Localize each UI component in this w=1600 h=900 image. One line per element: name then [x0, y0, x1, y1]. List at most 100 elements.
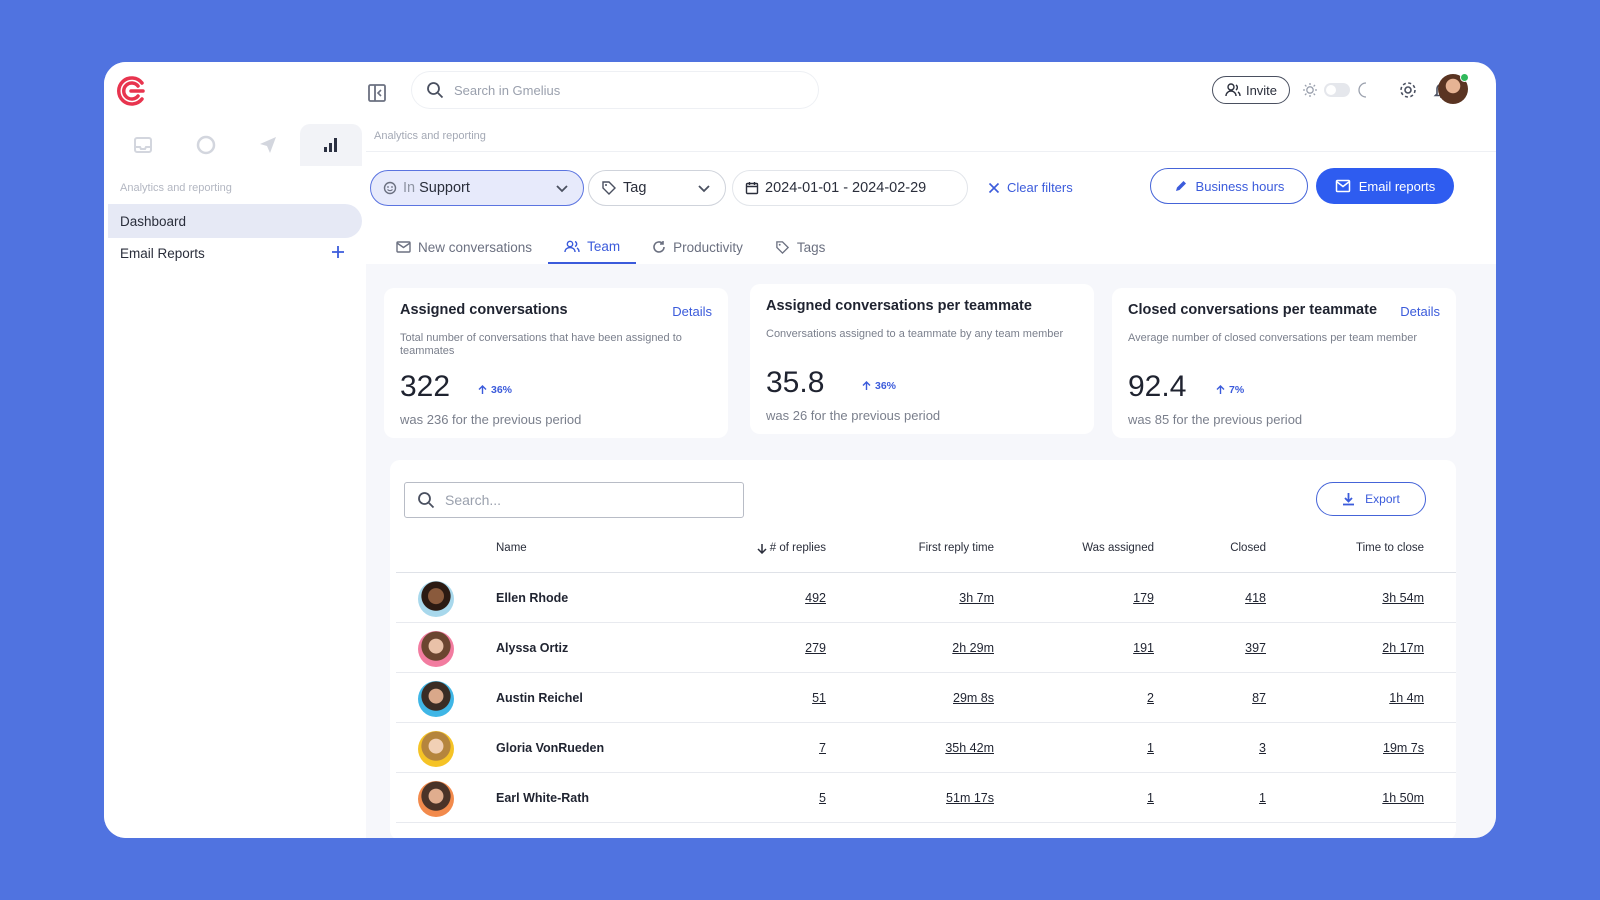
row-time-to-close[interactable]: 19m 7s: [1324, 741, 1424, 755]
avatar: [418, 631, 454, 667]
refresh-icon: [653, 241, 665, 253]
column-header-label: # of replies: [769, 542, 826, 554]
download-icon: [1343, 493, 1355, 506]
row-replies[interactable]: 7: [746, 741, 826, 755]
online-status-dot: [1460, 73, 1469, 82]
email-reports-button[interactable]: Email reports: [1316, 168, 1454, 204]
row-closed[interactable]: 3: [1186, 741, 1266, 755]
gmelius-logo-icon[interactable]: [114, 74, 148, 108]
row-was-assigned[interactable]: 1: [1054, 791, 1154, 805]
row-time-to-close[interactable]: 1h 50m: [1324, 791, 1424, 805]
user-avatar[interactable]: [1438, 73, 1469, 104]
row-replies[interactable]: 5: [746, 791, 826, 805]
tab-new-conversations[interactable]: New conversations: [380, 230, 548, 264]
stat-title: Assigned conversations per teammate: [766, 298, 1032, 314]
row-time-to-close[interactable]: 1h 4m: [1324, 691, 1424, 705]
row-first-reply[interactable]: 29m 8s: [870, 691, 994, 705]
sync-icon[interactable]: [175, 124, 238, 166]
stat-title: Closed conversations per teammate: [1128, 302, 1378, 318]
arrow-up-icon: [478, 385, 487, 394]
email-reports-label: Email reports: [1358, 178, 1436, 194]
stat-value: 322: [400, 370, 451, 403]
column-header-replies[interactable]: # of replies: [746, 542, 826, 554]
row-first-reply[interactable]: 35h 42m: [870, 741, 994, 755]
column-header-first-reply[interactable]: First reply time: [870, 542, 994, 554]
column-header-name[interactable]: Name: [496, 542, 527, 554]
tag-icon: [602, 181, 616, 195]
row-was-assigned[interactable]: 2: [1054, 691, 1154, 705]
row-closed[interactable]: 397: [1186, 641, 1266, 655]
theme-toggle[interactable]: [1302, 80, 1374, 100]
arrow-up-icon: [1216, 385, 1225, 394]
inbox-icon[interactable]: [112, 124, 175, 166]
clear-filters-button[interactable]: Clear filters: [988, 180, 1073, 195]
row-first-reply[interactable]: 51m 17s: [870, 791, 994, 805]
row-time-to-close[interactable]: 2h 17m: [1324, 641, 1424, 655]
sidebar-item-label: Dashboard: [120, 213, 187, 229]
stat-value: 35.8: [766, 366, 825, 399]
add-icon[interactable]: [330, 244, 346, 260]
table-row[interactable]: Ellen Rhode 492 3h 7m 179 418 3h 54m: [396, 573, 1456, 623]
details-link[interactable]: Details: [672, 304, 712, 319]
app-window: Analytics and reporting Dashboard Email …: [104, 62, 1496, 838]
analytics-icon[interactable]: [299, 124, 362, 166]
global-search-input[interactable]: Search in Gmelius: [412, 72, 818, 108]
avatar: [418, 681, 454, 717]
row-replies[interactable]: 51: [746, 691, 826, 705]
tag-filter-select[interactable]: Tag: [588, 170, 726, 206]
row-first-reply[interactable]: 3h 7m: [870, 591, 994, 605]
row-was-assigned[interactable]: 1: [1054, 741, 1154, 755]
business-hours-button[interactable]: Business hours: [1150, 168, 1308, 204]
stat-delta-value: 36%: [491, 384, 513, 396]
row-first-reply[interactable]: 2h 29m: [870, 641, 994, 655]
collapse-sidebar-icon[interactable]: [366, 82, 388, 104]
filters-bar: In Support Tag 2024-01-01 - 2024-02-29 C…: [366, 152, 1496, 264]
column-header-closed[interactable]: Closed: [1186, 542, 1266, 554]
invite-label: Invite: [1245, 82, 1278, 98]
row-was-assigned[interactable]: 191: [1054, 641, 1154, 655]
row-name: Austin Reichel: [496, 691, 583, 705]
moon-icon: [1358, 82, 1367, 98]
avatar: [418, 581, 454, 617]
row-closed[interactable]: 1: [1186, 791, 1266, 805]
row-name: Alyssa Ortiz: [496, 641, 569, 655]
sidebar-item-dashboard[interactable]: Dashboard: [108, 204, 362, 238]
stat-delta: 36%: [862, 380, 896, 392]
row-closed[interactable]: 418: [1186, 591, 1266, 605]
tab-team[interactable]: Team: [548, 230, 637, 264]
arrow-up-icon: [862, 381, 871, 390]
sidebar-item-email-reports[interactable]: Email Reports: [108, 236, 362, 270]
row-replies[interactable]: 492: [746, 591, 826, 605]
theme-switch[interactable]: [1324, 83, 1350, 97]
table-row[interactable]: Alyssa Ortiz 279 2h 29m 191 397 2h 17m: [396, 623, 1456, 673]
clear-filters-label: Clear filters: [1007, 180, 1073, 195]
stat-description: Conversations assigned to a teammate by …: [766, 328, 1064, 340]
gear-icon[interactable]: [1398, 80, 1418, 100]
export-button[interactable]: Export: [1316, 482, 1426, 516]
invite-button[interactable]: Invite: [1212, 76, 1290, 104]
sidebar-item-label: Email Reports: [120, 245, 205, 261]
team-icon: [564, 240, 580, 252]
table-row[interactable]: Gloria VonRueden 7 35h 42m 1 3 19m 7s: [396, 723, 1456, 773]
row-replies[interactable]: 279: [746, 641, 826, 655]
table-row[interactable]: Austin Reichel 51 29m 8s 2 87 1h 4m: [396, 673, 1456, 723]
row-was-assigned[interactable]: 179: [1054, 591, 1154, 605]
report-tabs: New conversations Team Productivity Tags: [380, 230, 841, 264]
main-content: Analytics and reporting In Support Tag 2…: [366, 120, 1496, 838]
calendar-icon: [745, 182, 759, 195]
date-range-picker[interactable]: 2024-01-01 - 2024-02-29: [732, 170, 968, 206]
tab-tags[interactable]: Tags: [759, 230, 842, 264]
table-row[interactable]: Earl White-Rath 5 51m 17s 1 1 1h 50m: [396, 773, 1456, 823]
row-time-to-close[interactable]: 3h 54m: [1324, 591, 1424, 605]
table-search-input[interactable]: Search...: [404, 482, 744, 518]
details-link[interactable]: Details: [1400, 304, 1440, 319]
column-header-was-assigned[interactable]: Was assigned: [1054, 542, 1154, 554]
business-hours-label: Business hours: [1195, 178, 1285, 194]
date-range-value: 2024-01-01 - 2024-02-29: [765, 180, 927, 196]
send-icon[interactable]: [237, 124, 300, 166]
column-header-time-to-close[interactable]: Time to close: [1324, 542, 1424, 554]
inbox-filter-select[interactable]: In Support: [370, 170, 584, 206]
row-closed[interactable]: 87: [1186, 691, 1266, 705]
tab-productivity[interactable]: Productivity: [636, 230, 759, 264]
row-name: Earl White-Rath: [496, 791, 590, 805]
